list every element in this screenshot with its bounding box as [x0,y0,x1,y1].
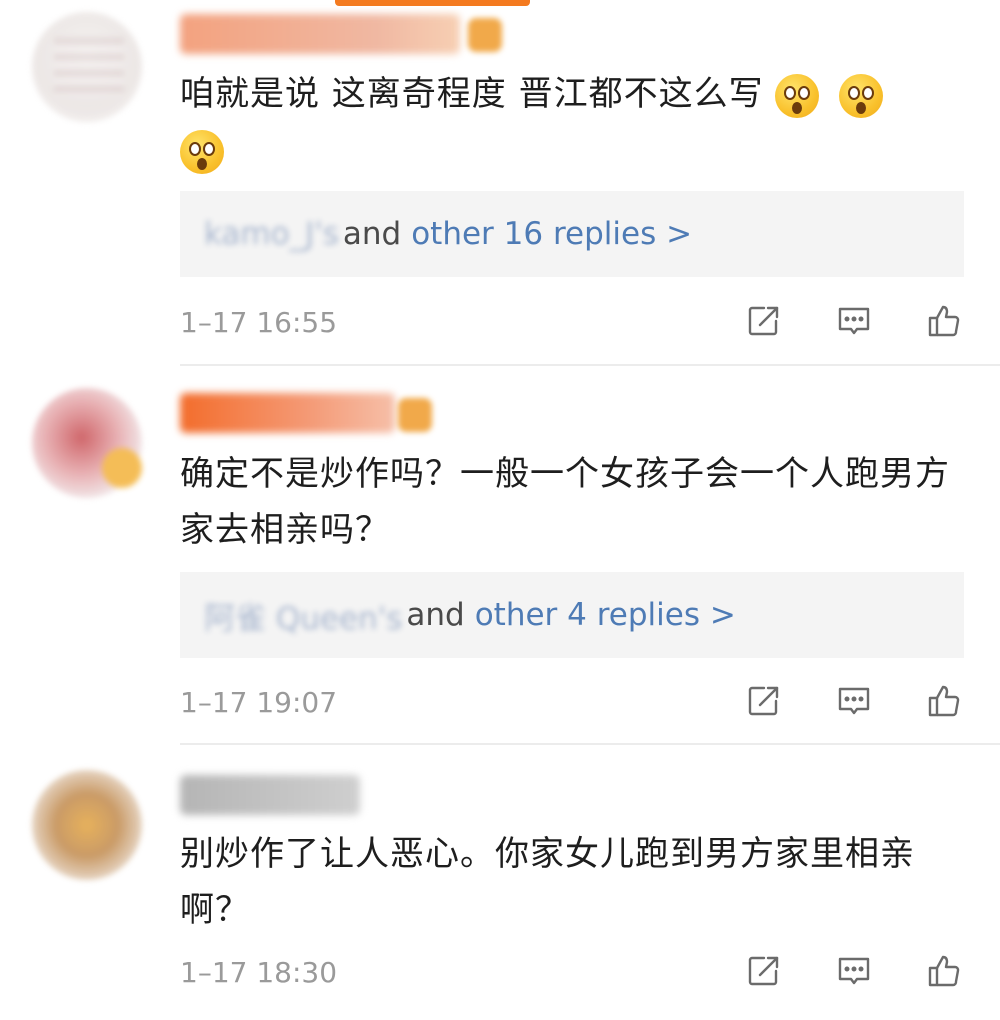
comment-actions [746,303,962,339]
timestamp: 1–17 19:07 [180,686,338,719]
comment-icon[interactable] [836,683,872,719]
comment-actions [746,683,962,719]
share-icon[interactable] [746,303,782,339]
badge-icon [468,18,502,52]
timestamp: 1–17 16:55 [180,306,338,339]
comment-text: 咱就是说 这离奇程度 晋江都不这么写 [180,66,980,178]
username-blurred[interactable] [180,14,460,54]
avatar[interactable] [32,12,142,122]
more-replies-link[interactable]: other 4 replies > [475,597,736,633]
badge-icon [398,398,432,432]
replies-preview[interactable]: kamo_J's and other 16 replies > [180,191,964,277]
comment-actions [746,953,962,989]
scroll-indicator [335,0,530,6]
avatar[interactable] [32,770,142,880]
comment-icon[interactable] [836,303,872,339]
username-blurred[interactable] [180,393,395,433]
timestamp: 1–17 18:30 [180,956,338,989]
comment-text: 别炒作了让人恶心。你家女儿跑到男方家里相亲啊？ [180,834,915,930]
shocked-face-emoji-icon [839,73,884,118]
avatar[interactable] [32,388,142,498]
divider [180,364,1000,366]
share-icon[interactable] [746,683,782,719]
username-blurred[interactable] [180,775,360,815]
comment-text: 确定不是炒作吗？一般一个女孩子会一个人跑男方家去相亲吗？ [180,454,950,550]
replies-preview[interactable]: 阿雀 Queen's and other 4 replies > [180,572,964,658]
thumbs-up-icon[interactable] [926,953,962,989]
divider [180,743,1000,745]
thumbs-up-icon[interactable] [926,303,962,339]
thumbs-up-icon[interactable] [926,683,962,719]
reply-usernames: kamo_J's [204,216,339,252]
shocked-face-emoji-icon [775,73,820,118]
share-icon[interactable] [746,953,782,989]
more-replies-link[interactable]: other 16 replies > [411,216,692,252]
comment-icon[interactable] [836,953,872,989]
shocked-face-emoji-icon [180,129,224,174]
reply-usernames: 阿雀 Queen's [204,600,403,637]
